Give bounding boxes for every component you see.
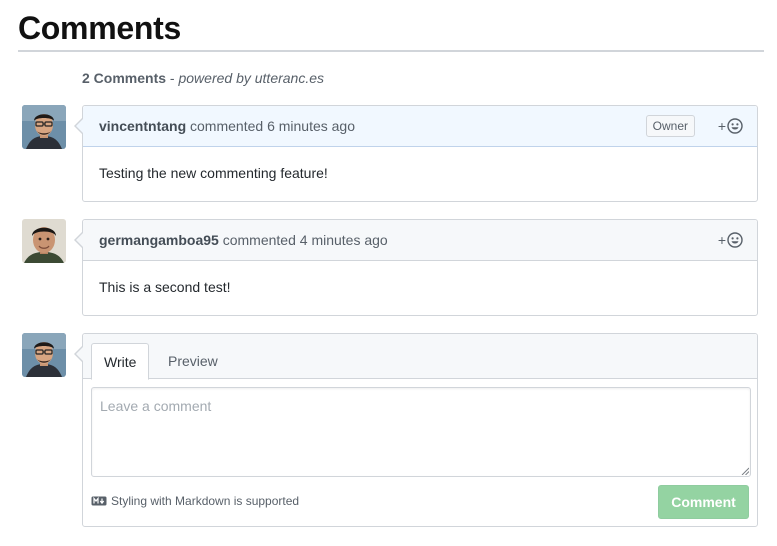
comment-author[interactable]: germangamboa95 [99,232,219,248]
count-separator: - [166,70,179,86]
comment-pointer-fill [76,119,83,133]
new-comment-form: Write Preview Styling with Markdown is s… [74,333,758,527]
comment-timestamp[interactable]: 4 minutes ago [300,232,388,248]
comment-header: vincentntang commented 6 minutes ago Own… [83,106,757,147]
add-reaction-button[interactable]: + [718,117,743,135]
resize-handle-icon[interactable] [741,467,749,475]
title-divider [18,50,764,52]
owner-badge: Owner [645,115,695,137]
smiley-icon [727,232,743,248]
avatar[interactable] [22,105,66,149]
editor-tab-bar: Write Preview [83,334,757,380]
comment-item: germangamboa95 commented 4 minutes ago +… [74,219,758,316]
avatar-germangamboa95-image [22,219,66,263]
current-user-avatar-image [22,333,66,377]
avatar[interactable] [22,333,66,377]
markdown-icon [91,496,107,506]
smiley-icon [727,118,743,134]
comment-pointer-fill [76,233,83,247]
comment-count-line: 2 Comments - powered by utteranc.es [82,70,324,86]
plus-icon: + [717,118,726,134]
tab-write[interactable]: Write [91,343,150,380]
avatar-vincentntang-image [22,105,66,149]
comment-author[interactable]: vincentntang [99,118,186,134]
comment-action: commented [186,118,268,134]
powered-by-text: powered by utteranc.es [178,70,325,86]
comment-input[interactable] [91,387,751,477]
comment-action: commented [218,232,300,248]
comment-body: Testing the new commenting feature! [99,165,328,181]
page-title: Comments [18,10,181,46]
comment-submit-button[interactable]: Comment [658,485,749,519]
comment-count: 2 Comments [82,70,167,86]
add-reaction-button[interactable]: + [718,231,743,249]
markdown-note: Styling with Markdown is supported [91,494,299,508]
tab-preview[interactable]: Preview [156,343,230,379]
comment-timestamp[interactable]: 6 minutes ago [267,118,355,134]
comments-page: Comments 2 Comments - powered by utteran… [0,0,777,546]
comment-header: germangamboa95 commented 4 minutes ago + [83,220,757,261]
comment-item: vincentntang commented 6 minutes ago Own… [74,105,758,202]
avatar[interactable] [22,219,66,263]
comment-pointer-fill [76,347,83,361]
markdown-note-text[interactable]: Styling with Markdown is supported [111,494,299,508]
plus-icon: + [717,232,726,248]
comment-body: This is a second test! [99,279,231,295]
